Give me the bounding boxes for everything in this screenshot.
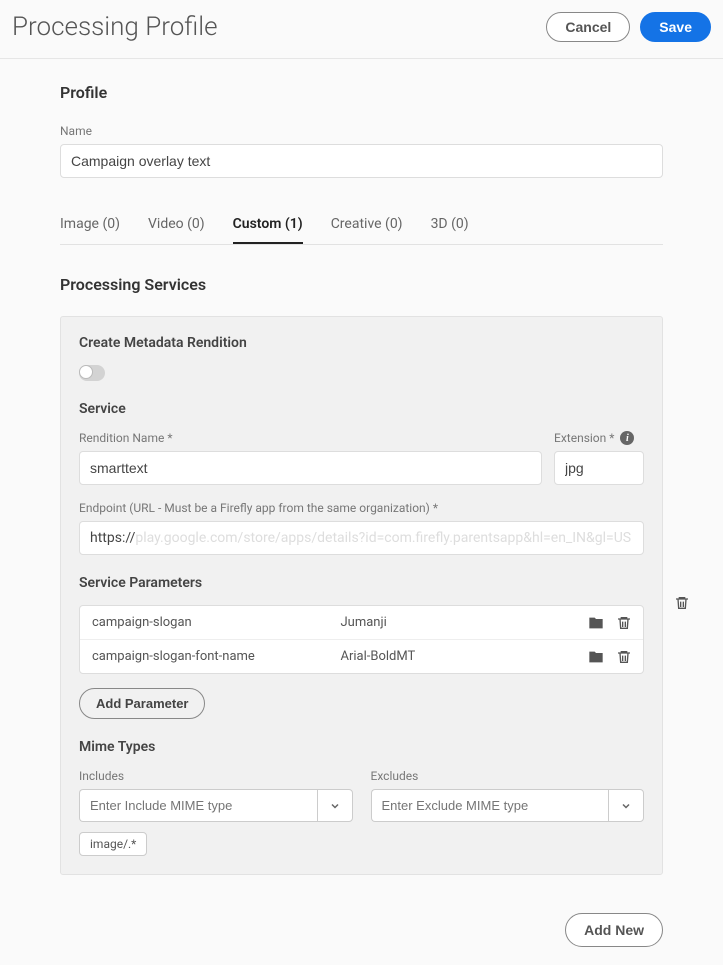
endpoint-input[interactable]: https://play.google.com/store/apps/detai… (79, 521, 644, 555)
page-title: Processing Profile (12, 12, 218, 42)
tab-video[interactable]: Video (0) (148, 206, 205, 244)
param-actions (577, 648, 643, 666)
include-chip[interactable]: image/.* (79, 832, 147, 856)
toggle-thumb (79, 365, 93, 379)
tab-custom[interactable]: Custom (1) (233, 206, 303, 244)
page-header: Processing Profile Cancel Save (0, 0, 723, 59)
excludes-combo (371, 789, 645, 822)
includes-combo (79, 789, 353, 822)
folder-icon[interactable] (587, 648, 605, 666)
includes-input[interactable] (79, 789, 317, 822)
param-row: campaign-slogan Jumanji (80, 606, 643, 640)
endpoint-rest: play.google.com/store/apps/details?id=co… (135, 530, 631, 546)
excludes-column: Excludes (371, 769, 645, 856)
includes-label: Includes (79, 769, 353, 783)
content-area: Profile Name Image (0) Video (0) Custom … (0, 59, 723, 895)
params-table: campaign-slogan Jumanji campaign-slogan-… (79, 605, 644, 674)
chevron-down-icon (620, 800, 632, 812)
tab-image[interactable]: Image (0) (60, 206, 120, 244)
mime-types-title: Mime Types (79, 739, 644, 755)
tabs: Image (0) Video (0) Custom (1) Creative … (60, 206, 663, 245)
excludes-label: Excludes (371, 769, 645, 783)
endpoint-prefix: https:// (90, 530, 135, 546)
includes-column: Includes image/.* (79, 769, 353, 856)
trash-icon[interactable] (615, 614, 633, 632)
param-value[interactable]: Arial-BoldMT (329, 640, 578, 673)
cancel-button[interactable]: Cancel (546, 12, 630, 42)
add-parameter-button[interactable]: Add Parameter (79, 688, 205, 719)
profile-name-input[interactable] (60, 144, 663, 178)
extension-label: Extension * (554, 431, 614, 445)
folder-icon[interactable] (587, 614, 605, 632)
endpoint-label: Endpoint (URL - Must be a Firefly app fr… (79, 501, 644, 515)
rendition-name-label: Rendition Name * (79, 431, 542, 445)
profile-name-label: Name (60, 124, 663, 138)
profile-section-title: Profile (60, 83, 663, 102)
param-value[interactable]: Jumanji (329, 606, 578, 639)
footer: Add New (0, 895, 723, 965)
trash-icon[interactable] (615, 648, 633, 666)
services-section-title: Processing Services (60, 275, 663, 294)
excludes-dropdown-button[interactable] (608, 789, 644, 822)
delete-service-icon[interactable] (673, 594, 691, 612)
tab-3d[interactable]: 3D (0) (431, 206, 469, 244)
param-key[interactable]: campaign-slogan (80, 606, 329, 639)
add-new-button[interactable]: Add New (565, 913, 663, 947)
save-button[interactable]: Save (640, 12, 711, 42)
extension-input[interactable] (554, 451, 644, 485)
includes-dropdown-button[interactable] (317, 789, 353, 822)
param-actions (577, 614, 643, 632)
rendition-name-input[interactable] (79, 451, 542, 485)
service-params-title: Service Parameters (79, 575, 644, 591)
service-heading: Service (79, 401, 644, 417)
header-actions: Cancel Save (546, 12, 711, 42)
param-key[interactable]: campaign-slogan-font-name (80, 640, 329, 673)
tab-creative[interactable]: Creative (0) (331, 206, 403, 244)
info-icon[interactable]: i (620, 431, 634, 445)
param-row: campaign-slogan-font-name Arial-BoldMT (80, 640, 643, 673)
metadata-rendition-toggle[interactable] (79, 365, 105, 381)
chevron-down-icon (329, 800, 341, 812)
service-card: Create Metadata Rendition Service Rendit… (60, 316, 663, 875)
mime-block: Includes image/.* Excludes (79, 769, 644, 856)
metadata-rendition-heading: Create Metadata Rendition (79, 335, 644, 351)
excludes-input[interactable] (371, 789, 609, 822)
